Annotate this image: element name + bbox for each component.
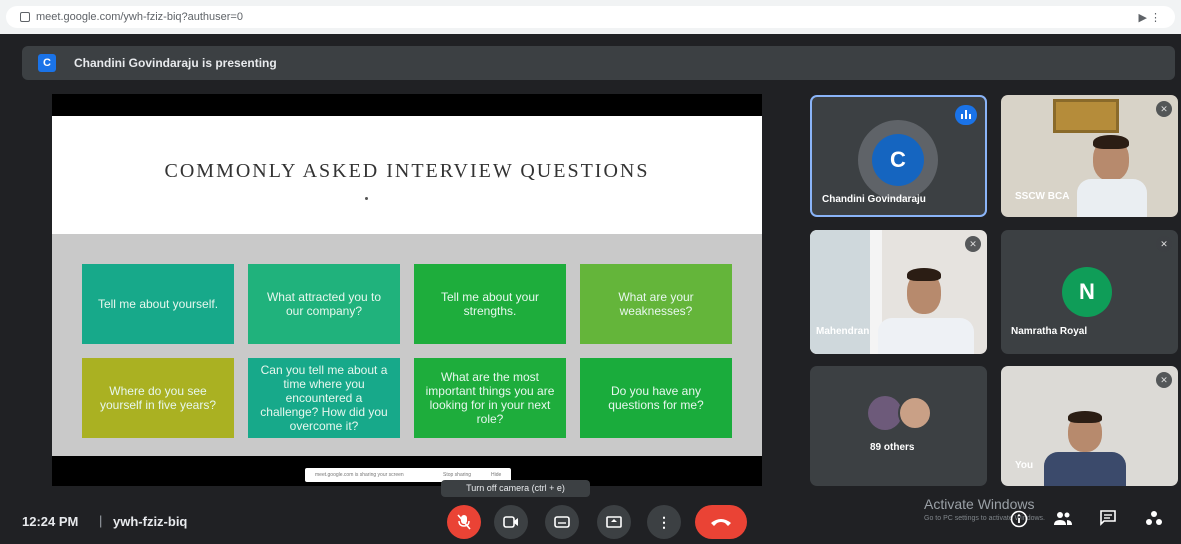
mic-off-icon: ✕	[1156, 236, 1172, 252]
present-icon	[606, 516, 622, 528]
presenter-avatar: C	[38, 54, 56, 72]
person-hair	[907, 268, 941, 281]
stop-sharing-button[interactable]: Stop sharing	[443, 472, 471, 478]
question-card: What attracted you to our company?	[248, 264, 400, 344]
avatar: C	[872, 134, 924, 186]
meeting-time: 12:24 PM	[22, 514, 79, 529]
captions-button[interactable]	[545, 505, 579, 539]
leave-call-button[interactable]	[695, 505, 747, 539]
lock-icon	[20, 12, 30, 22]
participant-name: SSCW BCA	[1015, 191, 1070, 202]
avatar	[868, 396, 902, 430]
extension-icons[interactable]: ▶ ⋮	[1138, 11, 1161, 24]
question-card: Can you tell me about a time where you e…	[248, 358, 400, 438]
question-card: Where do you see yourself in five years?	[82, 358, 234, 438]
slide-dot	[365, 197, 368, 200]
participant-name: Namratha Royal	[1011, 326, 1088, 337]
participant-name: You	[1015, 460, 1034, 471]
question-card: Tell me about your strengths.	[414, 264, 566, 344]
mic-off-icon: ✕	[1156, 372, 1172, 388]
participant-tile-others[interactable]: 89 others	[810, 366, 987, 486]
question-card: What are the most important things you a…	[414, 358, 566, 438]
mic-off-icon: ✕	[1156, 101, 1172, 117]
question-card: Tell me about yourself.	[82, 264, 234, 344]
participant-name: Mahendran	[816, 326, 870, 337]
hang-up-icon	[711, 519, 731, 526]
info-icon	[1010, 510, 1028, 528]
chat-icon	[1100, 510, 1116, 526]
participant-tile-sscw-bca[interactable]: ✕ SSCW BCA	[1001, 95, 1178, 217]
slide-title: COMMONLY ASKED INTERVIEW QUESTIONS	[164, 160, 650, 182]
mic-off-icon: ✕	[965, 236, 981, 252]
slide-header: COMMONLY ASKED INTERVIEW QUESTIONS	[52, 116, 762, 234]
question-card: What are your weaknesses?	[580, 264, 732, 344]
slide: COMMONLY ASKED INTERVIEW QUESTIONS Tell …	[52, 116, 762, 456]
participant-tile-namratha[interactable]: N ✕ Namratha Royal	[1001, 230, 1178, 354]
participant-tile-chandini[interactable]: C Chandini Govindaraju	[810, 95, 987, 217]
hide-button[interactable]: Hide	[491, 472, 501, 478]
meeting-code[interactable]: ywh-fziz-biq	[113, 514, 187, 529]
participant-name: Chandini Govindaraju	[822, 194, 926, 205]
share-notice-text: meet.google.com is sharing your screen	[315, 472, 404, 478]
mic-off-icon	[457, 514, 471, 530]
question-card: Do you have any questions for me?	[580, 358, 732, 438]
avatar	[898, 396, 932, 430]
person-body	[1077, 179, 1147, 217]
person-body	[1044, 452, 1126, 486]
camera-tooltip: Turn off camera (ctrl + e)	[441, 480, 590, 497]
presenting-banner: C Chandini Govindaraju is presenting	[22, 46, 1175, 80]
speaking-icon	[955, 105, 977, 125]
chat-button[interactable]	[1097, 510, 1119, 532]
others-count: 89 others	[870, 442, 915, 453]
avatar: N	[1062, 267, 1112, 317]
activities-button[interactable]	[1143, 510, 1165, 532]
mic-toggle-button[interactable]	[447, 505, 481, 539]
address-bar[interactable]: meet.google.com/ywh-fziz-biq?authuser=0 …	[6, 6, 1175, 28]
person-body	[878, 318, 974, 354]
captions-icon	[554, 516, 570, 528]
browser-bar: meet.google.com/ywh-fziz-biq?authuser=0 …	[0, 0, 1181, 34]
separator: |	[99, 513, 103, 528]
person-hair	[1093, 135, 1129, 149]
people-icon	[1054, 512, 1072, 525]
meeting-details-button[interactable]	[1008, 510, 1030, 532]
camera-toggle-button[interactable]	[494, 505, 528, 539]
more-vert-icon: ⋮	[657, 514, 671, 530]
activities-icon	[1146, 511, 1162, 525]
more-options-button[interactable]: ⋮	[647, 505, 681, 539]
camera-icon	[503, 516, 518, 528]
url-text: meet.google.com/ywh-fziz-biq?authuser=0	[36, 11, 243, 23]
shared-screen: COMMONLY ASKED INTERVIEW QUESTIONS Tell …	[52, 94, 762, 486]
people-button[interactable]	[1052, 510, 1074, 532]
participant-tile-mahendran[interactable]: ✕ Mahendran	[810, 230, 987, 354]
wall-frame	[1053, 99, 1119, 133]
participant-tile-you[interactable]: ✕ You	[1001, 366, 1178, 486]
person-hair	[1068, 411, 1102, 423]
presenting-text: Chandini Govindaraju is presenting	[74, 56, 277, 70]
present-now-button[interactable]	[597, 505, 631, 539]
